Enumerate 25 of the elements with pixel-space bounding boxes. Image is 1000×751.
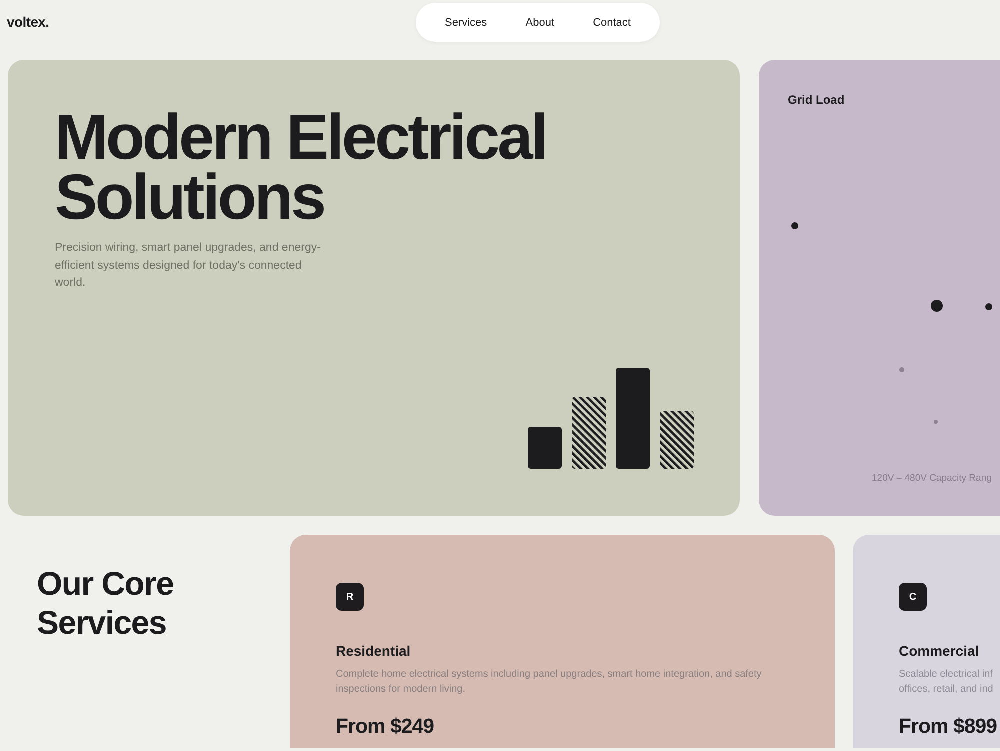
data-point (900, 368, 904, 372)
striped-bar (572, 397, 606, 469)
solid-bar (528, 427, 562, 469)
section-heading: Our Core Services (37, 564, 175, 642)
service-description: Complete home electrical systems including panel upgrades, smart home integration, and safety inspections for modern living. (336, 668, 762, 697)
service-description: Scalable electrical inf offices, retail, and ind (899, 668, 994, 697)
data-point (986, 304, 992, 310)
data-point (931, 300, 943, 312)
service-badge: C (899, 583, 927, 611)
service-price: From $899 (899, 715, 998, 739)
brand-logo[interactable]: voltex. (7, 13, 50, 31)
service-price: From $249 (336, 715, 434, 739)
data-point (934, 420, 938, 424)
nav-link[interactable]: About (526, 16, 554, 30)
hero-description: Precision wiring, smart panel upgrades, and energy-efficient systems designed for today's connected world. (55, 241, 322, 291)
service-title: Commercial (899, 643, 980, 660)
service-title: Residential (336, 643, 411, 660)
nav-link[interactable]: Services (445, 16, 488, 30)
service-badge: R (336, 583, 364, 611)
hero-title: Modern Electrical Solutions (55, 107, 547, 227)
data-point (792, 222, 798, 230)
nav-link[interactable]: Contact (593, 16, 631, 30)
striped-bar (660, 411, 694, 469)
card-title: Grid Load (788, 93, 845, 108)
capacity-caption: 120V – 480V Capacity Rang (872, 473, 992, 485)
